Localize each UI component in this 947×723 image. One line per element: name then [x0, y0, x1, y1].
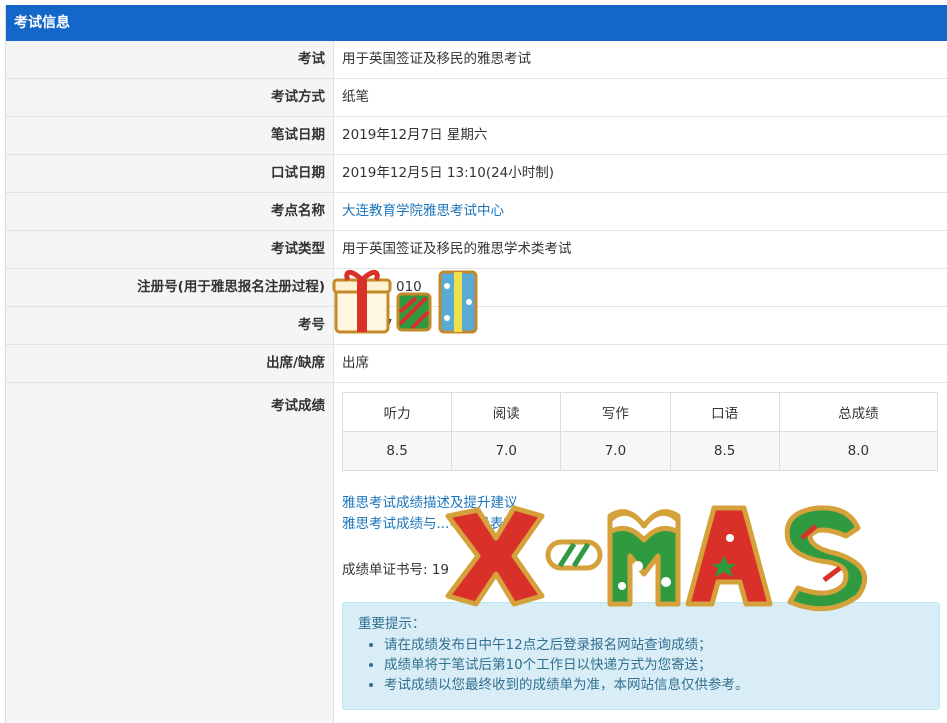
info-row-written-date: 笔试日期 2019年12月7日 星期六 [6, 117, 947, 155]
row-value: 出席 [342, 355, 369, 371]
score-header: 听力 [341, 392, 453, 432]
row-label: 考试成绩 [6, 383, 334, 723]
row-label: 口试日期 [6, 155, 334, 192]
score-header: 阅读 [451, 392, 562, 432]
score-header: 总成绩 [778, 392, 939, 432]
score-value: 7.0 [451, 431, 562, 471]
certificate-label: 成绩单证书号: 19 [342, 562, 450, 578]
panel-title: 考试信息 [6, 5, 947, 41]
row-label: 考试方式 [6, 79, 334, 116]
notice-list: 请在成绩发布日中午12点之后登录报名网站查询成绩； 成绩单将于笔试后第10个工作… [358, 635, 924, 695]
row-value: 用于英国签证及移民的雅思学术类考试 [342, 241, 572, 257]
row-label: 考试类型 [6, 231, 334, 268]
row-label: 出席/缺席 [6, 345, 334, 382]
important-notice: 重要提示： 请在成绩发布日中午12点之后登录报名网站查询成绩； 成绩单将于笔试后… [342, 602, 940, 710]
notice-item: 成绩单将于笔试后第10个工作日以快递方式为您寄送； [384, 655, 924, 675]
score-header: 写作 [560, 392, 671, 432]
notice-item: 考试成绩以您最终收到的成绩单为准，本网站信息仅供参考。 [384, 675, 924, 695]
info-row-type: 考试类型 用于英国签证及移民的雅思学术类考试 [6, 231, 947, 269]
scores-value-row: 8.5 7.0 7.0 8.5 8.0 [341, 431, 939, 471]
scores-header-row: 听力 阅读 写作 口语 总成绩 [341, 392, 939, 432]
score-value: 7.0 [560, 431, 671, 471]
score-header: 口语 [669, 392, 780, 432]
gift-icon [332, 270, 478, 334]
score-value: 8.5 [341, 431, 453, 471]
row-value: 2019年12月5日 13:10(24小时制) [342, 165, 555, 181]
row-label: 考试 [6, 41, 334, 78]
score-value: 8.5 [669, 431, 780, 471]
row-label: 笔试日期 [6, 117, 334, 154]
info-row-mode: 考试方式 纸笔 [6, 79, 947, 117]
row-value: 用于英国签证及移民的雅思考试 [342, 51, 531, 67]
info-row-speaking-date: 口试日期 2019年12月5日 13:10(24小时制) [6, 155, 947, 193]
scores-table: 听力 阅读 写作 口语 总成绩 8.5 7.0 7.0 8.5 8.0 [341, 392, 939, 471]
info-row-center: 考点名称 大连教育学院雅思考试中心 [6, 193, 947, 231]
row-label: 考号 [6, 307, 334, 344]
info-row-attendance: 出席/缺席 出席 [6, 345, 947, 383]
notice-item: 请在成绩发布日中午12点之后登录报名网站查询成绩； [384, 635, 924, 655]
row-label: 注册号(用于雅思报名注册过程) [6, 269, 334, 306]
xmas-sticker-icon [445, 505, 868, 612]
row-label: 考点名称 [6, 193, 334, 230]
score-value: 8.0 [778, 431, 939, 471]
test-center-link[interactable]: 大连教育学院雅思考试中心 [334, 193, 504, 230]
info-row-exam: 考试 用于英国签证及移民的雅思考试 [6, 41, 947, 79]
row-value: 2019年12月7日 星期六 [342, 127, 488, 143]
row-value: 纸笔 [342, 89, 369, 105]
